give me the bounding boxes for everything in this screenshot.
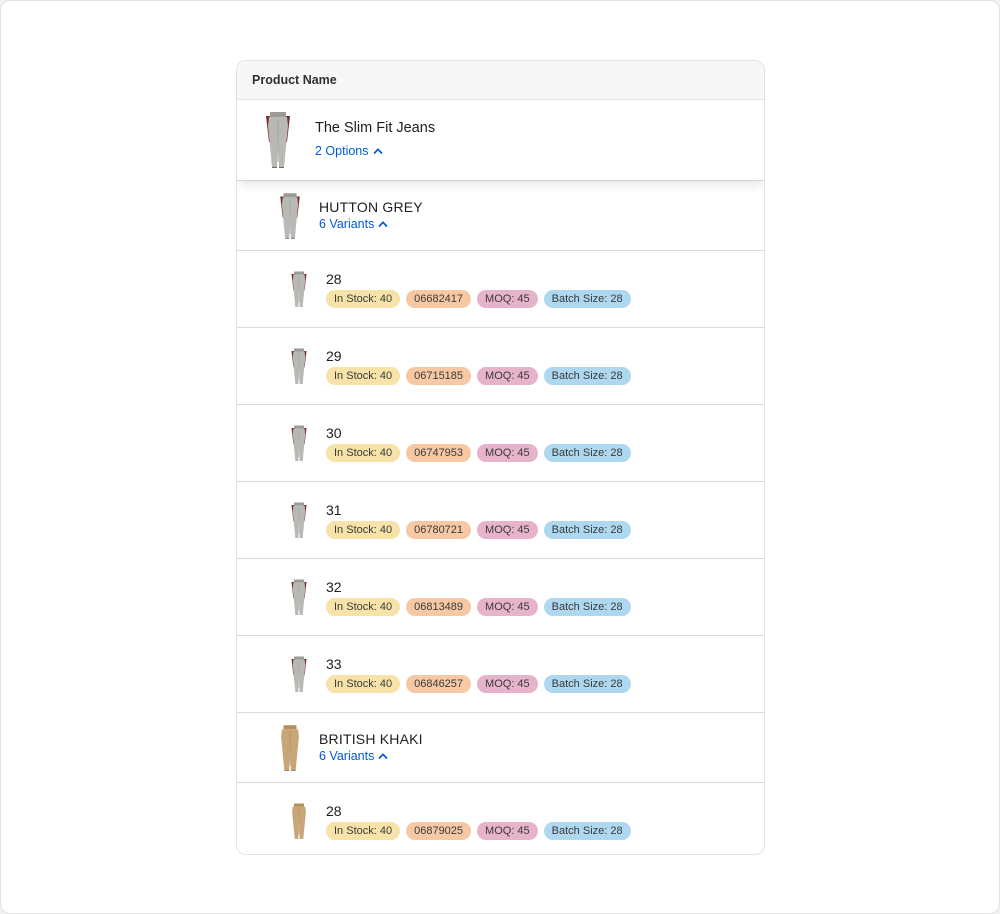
grey-jeans-thumbnail bbox=[262, 112, 294, 168]
chevron-up-icon bbox=[373, 146, 383, 156]
batch-size-badge: Batch Size: 28 bbox=[543, 443, 631, 462]
variant-size: 33 bbox=[326, 655, 342, 672]
options-toggle-link[interactable]: 2 Options bbox=[315, 144, 383, 158]
option-name: BRITISH KHAKI bbox=[319, 730, 423, 747]
variant-row[interactable]: 31 In Stock: 40 06780721 MOQ: 45 Batch S… bbox=[237, 482, 764, 559]
chevron-up-icon bbox=[378, 219, 388, 229]
khaki-jeans-thumbnail bbox=[289, 803, 309, 839]
batch-size-badge: Batch Size: 28 bbox=[543, 289, 631, 308]
option-name: HUTTON GREY bbox=[319, 198, 423, 215]
grey-jeans-thumbnail bbox=[289, 579, 309, 615]
batch-size-badge: Batch Size: 28 bbox=[543, 821, 631, 840]
sku-badge: 06780721 bbox=[406, 520, 472, 539]
moq-badge: MOQ: 45 bbox=[477, 674, 538, 693]
batch-size-badge: Batch Size: 28 bbox=[543, 520, 631, 539]
grey-jeans-thumbnail bbox=[289, 348, 309, 384]
variant-size: 32 bbox=[326, 578, 342, 595]
in-stock-badge: In Stock: 40 bbox=[326, 597, 401, 616]
options-toggle-label: 2 Options bbox=[315, 144, 369, 158]
option-row-hutton-grey[interactable]: HUTTON GREY 6 Variants bbox=[237, 181, 764, 251]
in-stock-badge: In Stock: 40 bbox=[326, 289, 401, 308]
product-title: The Slim Fit Jeans bbox=[315, 120, 436, 136]
variant-size: 30 bbox=[326, 424, 342, 441]
sku-badge: 06846257 bbox=[406, 674, 472, 693]
batch-size-badge: Batch Size: 28 bbox=[543, 366, 631, 385]
in-stock-badge: In Stock: 40 bbox=[326, 443, 401, 462]
moq-badge: MOQ: 45 bbox=[477, 821, 538, 840]
variants-toggle-label: 6 Variants bbox=[319, 748, 375, 763]
variant-size: 28 bbox=[326, 270, 342, 287]
in-stock-badge: In Stock: 40 bbox=[326, 674, 401, 693]
moq-badge: MOQ: 45 bbox=[477, 443, 538, 462]
in-stock-badge: In Stock: 40 bbox=[326, 520, 401, 539]
sku-badge: 06879025 bbox=[406, 821, 472, 840]
grey-jeans-thumbnail bbox=[289, 502, 309, 538]
product-card: Product Name The Slim Fit Jeans 2 Option… bbox=[236, 60, 765, 855]
grey-jeans-thumbnail bbox=[289, 271, 309, 307]
variant-size: 29 bbox=[326, 347, 342, 364]
variant-row[interactable]: 30 In Stock: 40 06747953 MOQ: 45 Batch S… bbox=[237, 405, 764, 482]
sku-badge: 06682417 bbox=[406, 289, 472, 308]
page-background: Product Name The Slim Fit Jeans 2 Option… bbox=[0, 0, 1000, 914]
moq-badge: MOQ: 45 bbox=[477, 289, 538, 308]
column-header-product-name: Product Name bbox=[252, 73, 337, 87]
variants-toggle-link[interactable]: 6 Variants bbox=[319, 749, 388, 763]
sku-badge: 06747953 bbox=[406, 443, 472, 462]
in-stock-badge: In Stock: 40 bbox=[326, 821, 401, 840]
variant-row[interactable]: 28 In Stock: 40 06682417 MOQ: 45 Batch S… bbox=[237, 251, 764, 328]
in-stock-badge: In Stock: 40 bbox=[326, 366, 401, 385]
option-row-british-khaki[interactable]: BRITISH KHAKI 6 Variants bbox=[237, 713, 764, 783]
table-header: Product Name bbox=[237, 61, 764, 100]
khaki-jeans-thumbnail bbox=[277, 725, 303, 771]
variant-size: 28 bbox=[326, 802, 342, 819]
variant-row[interactable]: 28 In Stock: 40 06879025 MOQ: 45 Batch S… bbox=[237, 783, 764, 854]
chevron-up-icon bbox=[378, 751, 388, 761]
product-row[interactable]: The Slim Fit Jeans 2 Options bbox=[237, 100, 764, 181]
batch-size-badge: Batch Size: 28 bbox=[543, 674, 631, 693]
batch-size-badge: Batch Size: 28 bbox=[543, 597, 631, 616]
grey-jeans-thumbnail bbox=[277, 193, 303, 239]
moq-badge: MOQ: 45 bbox=[477, 597, 538, 616]
sku-badge: 06813489 bbox=[406, 597, 472, 616]
moq-badge: MOQ: 45 bbox=[477, 366, 538, 385]
variant-row[interactable]: 33 In Stock: 40 06846257 MOQ: 45 Batch S… bbox=[237, 636, 764, 713]
variant-size: 31 bbox=[326, 501, 342, 518]
moq-badge: MOQ: 45 bbox=[477, 520, 538, 539]
variants-toggle-label: 6 Variants bbox=[319, 216, 375, 231]
sku-badge: 06715185 bbox=[406, 366, 472, 385]
grey-jeans-thumbnail bbox=[289, 656, 309, 692]
variants-toggle-link[interactable]: 6 Variants bbox=[319, 217, 388, 231]
variant-row[interactable]: 32 In Stock: 40 06813489 MOQ: 45 Batch S… bbox=[237, 559, 764, 636]
grey-jeans-thumbnail bbox=[289, 425, 309, 461]
variant-row[interactable]: 29 In Stock: 40 06715185 MOQ: 45 Batch S… bbox=[237, 328, 764, 405]
